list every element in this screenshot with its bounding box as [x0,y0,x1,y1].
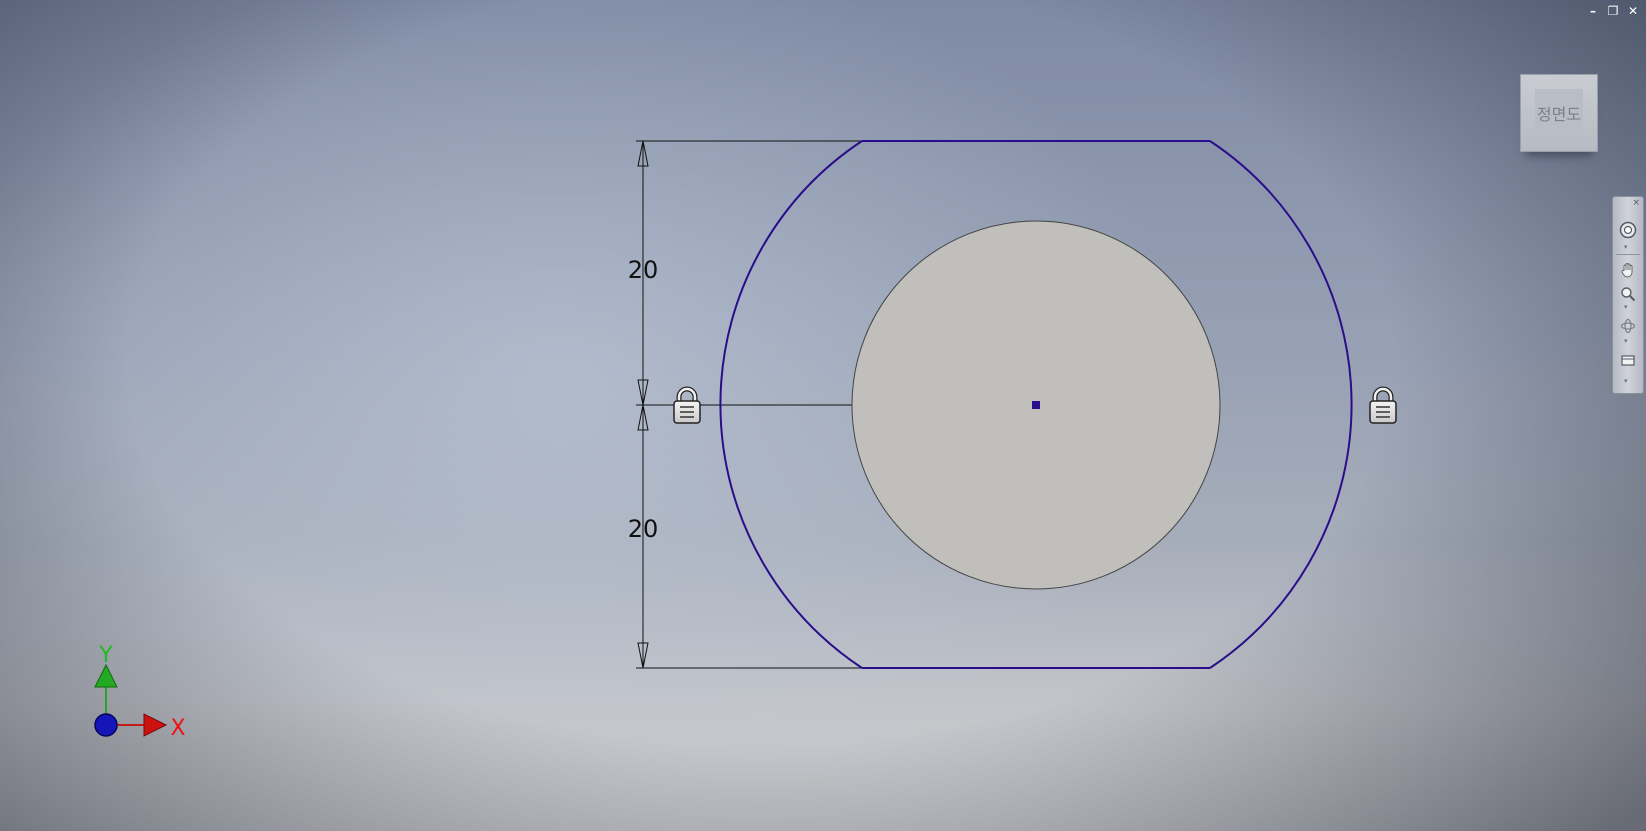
dimension-upper-value[interactable]: 20 [628,256,659,284]
steering-wheel-icon[interactable] [1617,219,1639,241]
restore-button[interactable]: ❐ [1606,4,1620,18]
viewcube[interactable]: 정면도 [1520,74,1598,152]
window-controls: – ❐ ✕ [1586,4,1640,18]
axis-triad: Y X [94,643,186,741]
y-axis-label: Y [98,643,113,668]
navbar-close-button[interactable]: × [1632,198,1640,208]
profile-right-arc[interactable] [1209,140,1353,669]
dimension-lower-value[interactable]: 20 [628,515,659,543]
viewcube-face-front[interactable]: 정면도 [1535,89,1583,137]
orbit-icon[interactable] [1617,315,1639,337]
x-axis-label: X [170,716,185,741]
sketch-canvas[interactable]: 20 20 Y X [0,0,1646,831]
zoom-icon[interactable] [1617,283,1639,305]
lock-icon[interactable] [673,386,701,424]
y-axis-arrow [94,663,118,688]
x-axis-arrow [143,713,168,737]
navigation-bar: × ▾ ▾ ▾ ▾ [1612,196,1644,394]
center-point[interactable] [1032,401,1040,409]
close-button[interactable]: ✕ [1626,4,1640,18]
view-face-icon[interactable] [1617,349,1639,371]
lock-icon[interactable] [1369,386,1397,424]
pan-icon[interactable] [1617,259,1639,281]
minimize-button[interactable]: – [1586,4,1600,18]
viewcube-label: 정면도 [1536,105,1582,124]
z-axis-origin [94,713,118,737]
